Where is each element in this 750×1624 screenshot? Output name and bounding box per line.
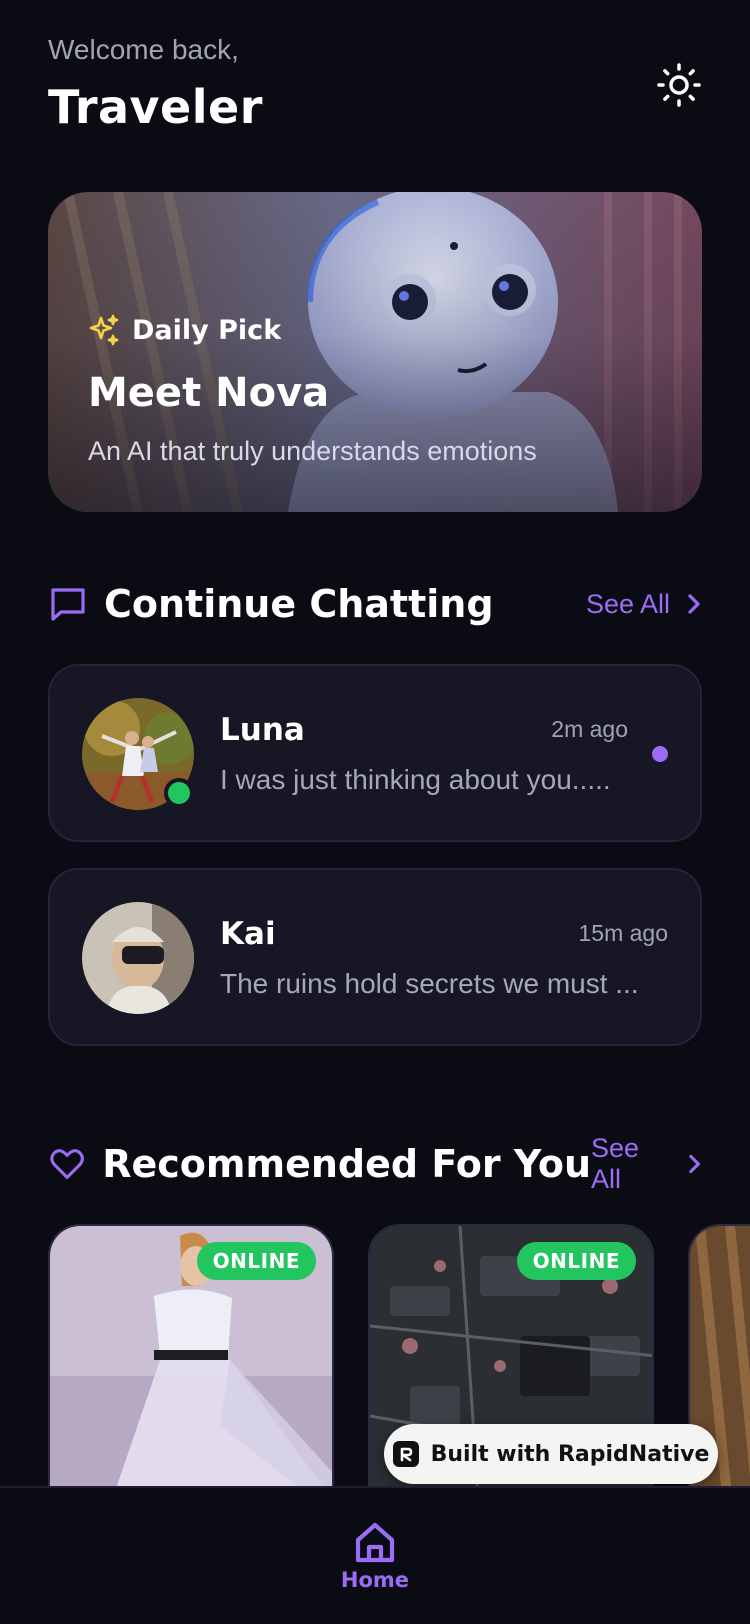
chat-card-luna[interactable]: Luna 2m ago I was just thinking about yo…: [48, 664, 702, 842]
chat-timestamp: 2m ago: [551, 716, 628, 742]
continue-chatting-header: Continue Chatting See All: [48, 576, 702, 632]
continue-chatting-title: Continue Chatting: [104, 582, 494, 626]
chat-timestamp: 15m ago: [578, 920, 668, 946]
theme-toggle-button[interactable]: [656, 62, 702, 108]
rapidnative-logo-icon: [392, 1441, 419, 1467]
online-status-badge: ONLINE: [516, 1242, 636, 1280]
hero-title: Meet Nova: [88, 370, 330, 416]
bottom-tab-bar: Home: [0, 1486, 750, 1624]
daily-pick-badge: Daily Pick: [88, 314, 281, 346]
sparkles-icon: [89, 314, 119, 346]
chat-last-message: I was just thinking about you.....: [220, 764, 611, 795]
chat-card-kai[interactable]: Kai 15m ago The ruins hold secrets we mu…: [48, 868, 702, 1046]
built-with-label: Built with RapidNative: [430, 1441, 710, 1467]
built-with-badge[interactable]: Built with RapidNative: [384, 1424, 718, 1484]
unread-indicator: [652, 746, 668, 762]
chat-last-message: The ruins hold secrets we must ...: [220, 968, 639, 999]
chat-name: Kai: [220, 916, 276, 952]
online-status-indicator: [164, 778, 194, 808]
home-icon: [355, 1522, 395, 1563]
continue-chatting-see-all-link[interactable]: See All: [586, 589, 702, 620]
tab-home[interactable]: Home: [325, 1520, 425, 1610]
hero-subtitle: An AI that truly understands emotions: [88, 436, 537, 466]
chevron-right-icon: [688, 594, 700, 614]
recommended-card[interactable]: ONLINE: [48, 1224, 334, 1486]
chevron-right-icon: [689, 1154, 700, 1174]
tab-home-label: Home: [340, 1568, 410, 1592]
sun-icon: [657, 63, 701, 107]
see-all-label: See All: [585, 588, 670, 619]
recommended-header: Recommended For You See All: [48, 1133, 702, 1195]
avatar-kai: [82, 902, 194, 1014]
welcome-text: Welcome back,: [48, 34, 239, 65]
message-square-icon: [51, 588, 85, 621]
recommended-see-all-link[interactable]: See All: [591, 1133, 702, 1195]
header: Welcome back, Traveler: [48, 34, 702, 144]
recommended-title: Recommended For You: [102, 1142, 592, 1186]
heart-icon: [50, 1149, 84, 1179]
see-all-label: See All: [591, 1133, 640, 1194]
username-title: Traveler: [48, 80, 263, 134]
chat-name: Luna: [220, 712, 305, 748]
online-status-badge: ONLINE: [196, 1242, 316, 1280]
daily-pick-label: Daily Pick: [132, 314, 282, 346]
daily-pick-card[interactable]: Daily Pick Meet Nova An AI that truly un…: [48, 192, 702, 512]
